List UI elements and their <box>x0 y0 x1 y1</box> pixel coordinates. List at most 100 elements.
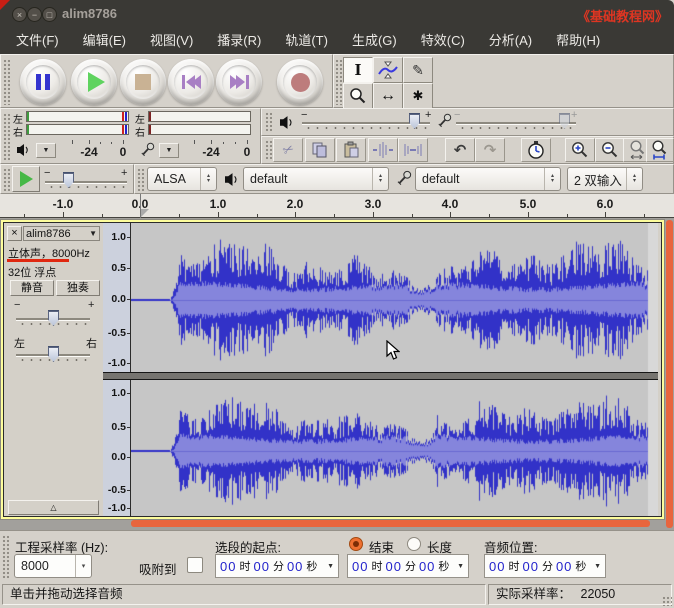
menu-effect[interactable]: 特效(C) <box>409 28 477 54</box>
corner-flag <box>0 0 10 10</box>
audio-position-field[interactable]: 00时 00分 00秒 ▼ <box>484 554 606 578</box>
zoom-in-button[interactable] <box>565 138 595 162</box>
recording-meter-right-bar[interactable] <box>148 124 251 135</box>
menu-tracks[interactable]: 轨道(T) <box>273 28 340 54</box>
combo-spinner-icon[interactable]: ▴▾ <box>372 168 388 190</box>
track-close-button[interactable]: × <box>7 226 22 241</box>
menu-transport[interactable]: 播录(R) <box>205 28 273 54</box>
cut-button[interactable]: ✂ <box>273 138 303 162</box>
hours-value[interactable]: 00 <box>220 559 236 574</box>
menu-help[interactable]: 帮助(H) <box>544 28 612 54</box>
combo-spinner-icon[interactable]: ▴▾ <box>200 168 216 190</box>
envelope-tool-button[interactable] <box>373 57 403 83</box>
silence-button[interactable] <box>398 138 428 162</box>
length-radio[interactable] <box>407 537 421 551</box>
toolbar-grip[interactable] <box>265 112 272 133</box>
field-dropdown-icon[interactable]: ▼ <box>457 563 464 570</box>
paste-button[interactable] <box>336 138 366 162</box>
minutes-value[interactable]: 00 <box>253 559 269 574</box>
window-close-button[interactable]: × <box>12 7 27 22</box>
menu-view[interactable]: 视图(V) <box>138 28 205 54</box>
selection-tool-button[interactable]: I <box>343 57 373 83</box>
draw-tool-button[interactable]: ✎ <box>403 57 433 83</box>
pause-button[interactable] <box>20 59 66 105</box>
play-at-speed-button[interactable] <box>12 166 40 192</box>
playback-speed-slider[interactable] <box>45 181 127 184</box>
hours-value[interactable]: 00 <box>352 559 368 574</box>
combo-dropdown-icon[interactable]: ▾ <box>75 555 91 577</box>
zoom-tool-button[interactable] <box>343 83 373 109</box>
playback-scale-minus24: -24 <box>80 145 97 159</box>
undo-button[interactable]: ↶ <box>445 138 475 162</box>
output-device-combo[interactable]: default ▴▾ <box>243 167 389 191</box>
zoom-selection-icon <box>628 140 648 160</box>
menu-generate[interactable]: 生成(G) <box>340 28 409 54</box>
input-volume-slider[interactable] <box>456 122 576 125</box>
end-radio[interactable] <box>349 537 363 551</box>
trim-button[interactable] <box>368 138 398 162</box>
menu-file[interactable]: 文件(F) <box>4 28 71 54</box>
multi-tool-button[interactable]: ✱ <box>403 83 433 109</box>
toolbar-grip[interactable] <box>3 168 10 191</box>
track-collapse-button[interactable]: △ <box>8 500 99 515</box>
recording-meter-dropdown[interactable]: ▼ <box>159 143 179 158</box>
combo-spinner-icon[interactable]: ▴▾ <box>544 168 560 190</box>
vertical-scrollbar[interactable] <box>666 220 673 528</box>
channel-divider[interactable] <box>103 372 658 380</box>
toolbar-grip[interactable] <box>3 113 10 161</box>
menu-analyze[interactable]: 分析(A) <box>477 28 544 54</box>
title-bar: × − □ alim8786 《基础教程网》 <box>0 0 674 28</box>
skip-to-start-button[interactable] <box>168 59 214 105</box>
vertical-ruler-channel2[interactable]: 1.0 0.5 0.0 -0.5 -1.0 <box>103 380 131 516</box>
timer-button[interactable] <box>521 138 551 162</box>
stop-button[interactable] <box>120 59 166 105</box>
timeshift-tool-button[interactable]: ↔ <box>373 83 403 109</box>
input-channels-combo[interactable]: 2 双输入 ▴▾ <box>567 167 643 191</box>
selection-start-field[interactable]: 00时 00分 00秒 ▼ <box>215 554 339 578</box>
playback-meter-left-bar[interactable] <box>26 111 129 122</box>
toolbar-grip[interactable] <box>265 140 272 161</box>
minutes-value[interactable]: 00 <box>522 559 538 574</box>
timeline-ruler[interactable]: -1.0 0.0 1.0 2.0 3.0 4.0 5.0 6.0 <box>0 194 674 218</box>
zoom-fit-button[interactable] <box>646 138 674 162</box>
seconds-value[interactable]: 00 <box>287 559 303 574</box>
menu-edit[interactable]: 编辑(E) <box>71 28 138 54</box>
seconds-value[interactable]: 00 <box>556 559 572 574</box>
skip-to-end-button[interactable] <box>216 59 262 105</box>
seconds-value[interactable]: 00 <box>419 559 435 574</box>
combo-spinner-icon[interactable]: ▴▾ <box>626 168 642 190</box>
copy-button[interactable] <box>305 138 335 162</box>
skip-to-end-icon <box>230 75 249 89</box>
zoom-out-button[interactable] <box>595 138 625 162</box>
toolbar-grip[interactable] <box>137 168 144 191</box>
window-maximize-button[interactable]: □ <box>42 7 57 22</box>
window-minimize-button[interactable]: − <box>27 7 42 22</box>
playback-meter-right-bar[interactable] <box>26 124 129 135</box>
waveform-channel-2[interactable] <box>131 380 658 516</box>
field-dropdown-icon[interactable]: ▼ <box>327 563 334 570</box>
input-device-combo[interactable]: default ▴▾ <box>415 167 561 191</box>
field-dropdown-icon[interactable]: ▼ <box>594 563 601 570</box>
mute-button[interactable]: 静音 <box>10 280 54 296</box>
selection-end-field[interactable]: 00时 00分 00秒 ▼ <box>347 554 469 578</box>
redo-button[interactable]: ↷ <box>475 138 505 162</box>
toolbar-grip[interactable] <box>335 59 342 105</box>
record-button[interactable] <box>277 59 323 105</box>
snap-to-checkbox[interactable] <box>187 557 203 573</box>
recording-meter-left-bar[interactable] <box>148 111 251 122</box>
audio-host-combo[interactable]: ALSA ▴▾ <box>147 167 217 191</box>
toolbar-grip[interactable] <box>3 59 10 105</box>
input-slider-minus: − <box>454 109 460 121</box>
output-slider-minus: − <box>301 109 307 121</box>
play-button[interactable] <box>71 59 117 105</box>
horizontal-scrollbar[interactable] <box>131 520 650 527</box>
toolbar-grip[interactable] <box>2 535 9 579</box>
minutes-value[interactable]: 00 <box>385 559 401 574</box>
track-name-menu[interactable]: alim8786 ▼ <box>23 226 100 241</box>
playback-meter-dropdown[interactable]: ▼ <box>36 143 56 158</box>
window-resize-grip[interactable] <box>662 596 672 606</box>
hours-value[interactable]: 00 <box>489 559 505 574</box>
vertical-ruler-channel1[interactable]: 1.0 0.5 0.0 -0.5 -1.0 <box>103 223 131 372</box>
project-rate-combo[interactable]: 8000 ▾ <box>14 554 92 578</box>
solo-button[interactable]: 独奏 <box>56 280 100 296</box>
